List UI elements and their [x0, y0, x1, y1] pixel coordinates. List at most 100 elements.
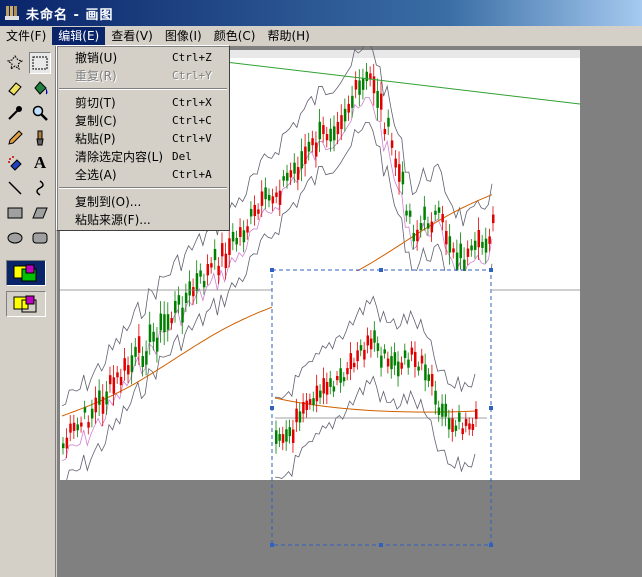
candle-body: [336, 121, 340, 135]
rect-select-tool[interactable]: [29, 52, 51, 74]
selection-handle: [379, 543, 383, 547]
menu-view[interactable]: 查看(V): [105, 27, 159, 45]
candle-body: [235, 237, 238, 245]
free-select-tool[interactable]: [4, 52, 26, 74]
fill-tool[interactable]: [29, 77, 51, 99]
paint-app-icon: [5, 6, 19, 20]
airbrush-tool[interactable]: [4, 152, 26, 174]
candle-body: [253, 204, 257, 217]
menu-file[interactable]: 文件(F): [0, 27, 52, 45]
rounded-rect-icon: [32, 232, 48, 244]
menu-help[interactable]: 帮助(H): [261, 27, 315, 45]
sub-candle-body: [464, 418, 468, 426]
candle-body: [275, 192, 278, 197]
sub-candle-body: [319, 390, 322, 398]
brush-icon: [36, 130, 44, 146]
text-tool[interactable]: A: [29, 152, 51, 174]
sub-candle-body: [339, 368, 342, 383]
candle-body: [307, 141, 311, 152]
candle-body: [383, 128, 387, 135]
candle-body: [314, 142, 318, 157]
menu-colors[interactable]: 颜色(C): [208, 27, 262, 45]
menu-copy[interactable]: 复制(C) Ctrl+C: [57, 112, 229, 130]
menu-select-all[interactable]: 全选(A) Ctrl+A: [57, 166, 229, 184]
magnifier-tool[interactable]: [29, 102, 51, 124]
sub-candle-body: [410, 347, 414, 355]
candle-body: [398, 164, 401, 182]
candle-body: [347, 103, 350, 113]
polygon-tool[interactable]: [29, 202, 51, 224]
menu-edit[interactable]: 编辑(E): [52, 27, 106, 45]
menu-paste[interactable]: 粘贴(P) Ctrl+V: [57, 130, 229, 148]
candle-body: [101, 396, 105, 414]
candle-body: [408, 210, 412, 217]
candle-body: [177, 295, 181, 305]
rectangle-tool[interactable]: [4, 202, 26, 224]
candle-body: [105, 391, 108, 405]
sub-candle-body: [427, 374, 431, 381]
candle-body: [488, 236, 491, 244]
color-picker-tool[interactable]: [4, 102, 26, 124]
menu-clear-selection[interactable]: 清除选定内容(L) Del: [57, 148, 229, 166]
candle-body: [477, 230, 481, 248]
free-select-icon: [6, 55, 24, 71]
candle-body: [434, 210, 437, 215]
candle-body: [365, 71, 369, 82]
candle-body: [231, 231, 235, 242]
toolbox: A: [0, 46, 56, 577]
transparent-paste-icon: [13, 295, 37, 313]
candle-body: [130, 355, 134, 372]
sub-candle-body: [468, 423, 471, 430]
transparent-selection-option[interactable]: [6, 291, 46, 317]
candle-body: [416, 229, 419, 242]
menu-copy-to[interactable]: 复制到(O)...: [57, 193, 229, 211]
candle-body: [80, 422, 83, 427]
sub-candle-body: [278, 434, 281, 441]
candle-body: [401, 171, 405, 185]
line-tool[interactable]: [4, 177, 26, 199]
menu-image[interactable]: 图像(I): [159, 27, 208, 45]
fill-bucket-icon: [34, 81, 48, 95]
candle-body: [195, 273, 199, 292]
ellipse-tool[interactable]: [4, 227, 26, 249]
candle-body: [163, 314, 166, 333]
sub-candle-body: [308, 399, 312, 405]
candle-body: [184, 292, 188, 303]
candle-body: [466, 248, 470, 257]
sub-candle-body: [329, 378, 332, 387]
candle-body: [65, 437, 69, 449]
candle-body: [119, 376, 123, 386]
rounded-rect-tool[interactable]: [29, 227, 51, 249]
candle-body: [372, 76, 376, 94]
selection-handle: [270, 268, 274, 272]
sub-candle-body: [420, 355, 424, 364]
workspace-lower: [60, 480, 580, 577]
menu-undo[interactable]: 撤销(U) Ctrl+Z: [57, 49, 229, 67]
candle-body: [289, 170, 293, 178]
brush-tool[interactable]: [29, 127, 51, 149]
sub-candle-body: [441, 403, 444, 417]
candle-body: [455, 252, 459, 271]
candle-body: [286, 172, 289, 181]
pencil-tool[interactable]: [4, 127, 26, 149]
sub-candle-body: [454, 425, 458, 431]
candle-body: [394, 158, 397, 168]
candle-body: [426, 223, 430, 229]
candle-body: [159, 313, 163, 331]
sub-candle-body: [376, 343, 380, 351]
candle-body: [405, 210, 408, 216]
menu-paste-from[interactable]: 粘贴来源(F)...: [57, 211, 229, 229]
sub-candle-body: [386, 358, 390, 367]
eraser-tool[interactable]: [4, 77, 26, 99]
candle-body: [470, 245, 473, 251]
opaque-selection-option[interactable]: [6, 260, 46, 286]
color-picker-icon: [8, 106, 22, 120]
candle-body: [217, 265, 220, 276]
sub-candle-body: [322, 378, 325, 394]
candle-body: [492, 214, 495, 224]
candle-body: [202, 280, 206, 288]
sub-candle-body: [275, 430, 278, 444]
curve-tool[interactable]: [29, 177, 51, 199]
menu-cut[interactable]: 剪切(T) Ctrl+X: [57, 94, 229, 112]
pasted-copy-region: [272, 271, 492, 481]
